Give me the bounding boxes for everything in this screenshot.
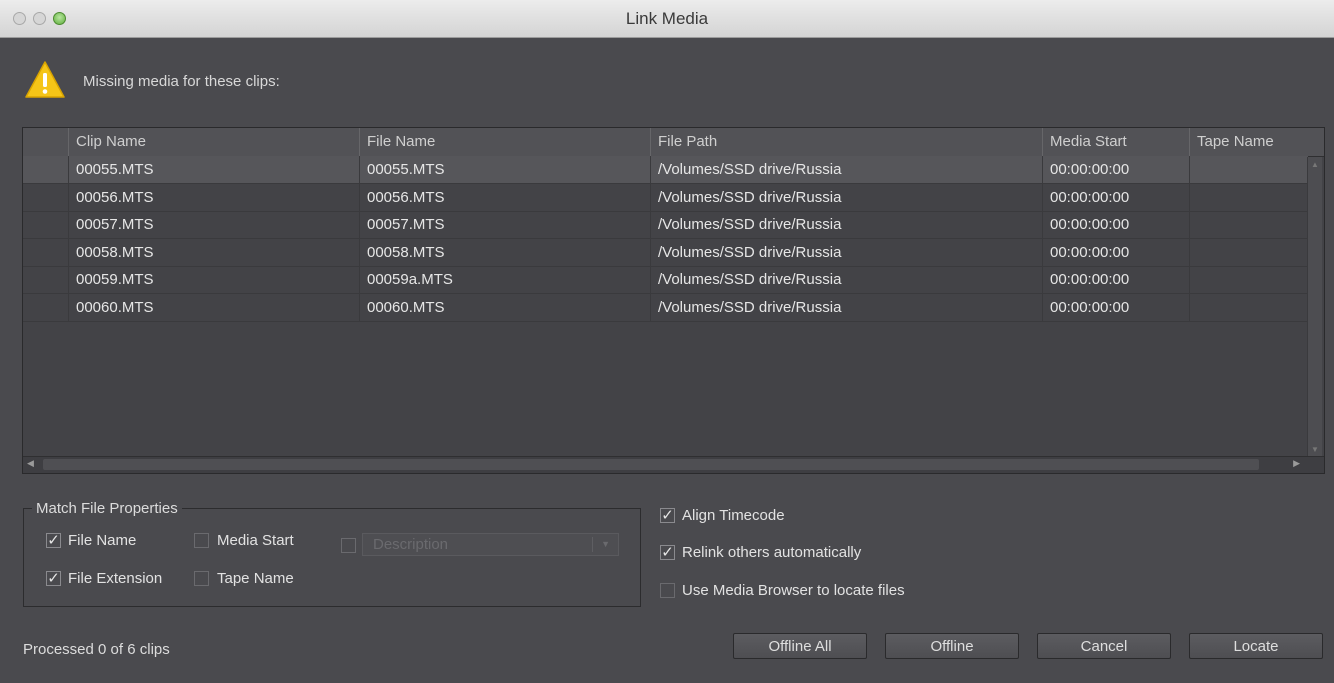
- use-media-browser-label: Use Media Browser to locate files: [682, 582, 905, 599]
- clip-name-cell: 00058.MTS: [68, 238, 359, 266]
- tape-name-cell: [1189, 156, 1308, 183]
- column-header-file-name[interactable]: File Name: [359, 128, 650, 156]
- tape-name-checkbox[interactable]: [194, 571, 209, 586]
- missing-media-label: Missing media for these clips:: [83, 73, 280, 90]
- link-media-dialog: Link Media Missing media for these clips…: [0, 0, 1334, 683]
- tape-name-cell: [1189, 238, 1308, 266]
- match-file-properties-title: Match File Properties: [32, 500, 182, 517]
- media-start-cell: 00:00:00:00: [1042, 156, 1189, 183]
- cancel-button[interactable]: Cancel: [1037, 633, 1171, 659]
- file-name-cell: 00057.MTS: [359, 211, 650, 238]
- clip-name-cell: 00060.MTS: [68, 293, 359, 321]
- horizontal-scrollbar[interactable]: ◀ ▶: [23, 456, 1324, 473]
- file-name-cell: 00059a.MTS: [359, 266, 650, 293]
- dropdown-separator: [592, 537, 593, 552]
- file-path-cell: /Volumes/SSD drive/Russia: [650, 266, 1042, 293]
- file-path-cell: /Volumes/SSD drive/Russia: [650, 183, 1042, 211]
- file-name-label: File Name: [68, 532, 137, 549]
- table-row[interactable]: 00060.MTS 00060.MTS/Volumes/SSD drive/Rus…: [23, 293, 1308, 322]
- media-start-checkbox[interactable]: [194, 533, 209, 548]
- row-handle: [23, 239, 68, 266]
- description-dropdown[interactable]: Description ▼: [362, 533, 619, 556]
- row-handle: [23, 266, 68, 293]
- column-header-tape-name[interactable]: Tape Name: [1189, 128, 1324, 156]
- window-title: Link Media: [625, 9, 709, 28]
- tape-name-label: Tape Name: [217, 570, 294, 587]
- column-header-handle: [23, 128, 68, 156]
- file-name-checkbox[interactable]: ✓: [46, 533, 61, 548]
- file-path-cell: /Volumes/SSD drive/Russia: [650, 211, 1042, 238]
- table-row[interactable]: 00055.MTS 00055.MTS/Volumes/SSD drive/Rus…: [23, 156, 1308, 184]
- media-start-cell: 00:00:00:00: [1042, 293, 1189, 321]
- media-start-cell: 00:00:00:00: [1042, 211, 1189, 238]
- file-name-cell: 00055.MTS: [359, 156, 650, 183]
- relink-others-checkbox[interactable]: ✓: [660, 545, 675, 560]
- missing-clips-table[interactable]: Clip Name File Name File Path Media Star…: [22, 127, 1325, 474]
- tape-name-cell: [1189, 183, 1308, 211]
- tape-name-cell: [1189, 293, 1308, 321]
- file-path-cell: /Volumes/SSD drive/Russia: [650, 238, 1042, 266]
- media-start-cell: 00:00:00:00: [1042, 266, 1189, 293]
- file-path-cell: /Volumes/SSD drive/Russia: [650, 293, 1042, 321]
- relink-others-label: Relink others automatically: [682, 544, 862, 561]
- status-text: Processed 0 of 6 clips: [23, 641, 170, 658]
- table-row[interactable]: 00059.MTS 00059a.MTS/Volumes/SSD drive/Ru…: [23, 266, 1308, 294]
- file-name-cell: 00060.MTS: [359, 293, 650, 321]
- scroll-right-icon[interactable]: ▶: [1293, 458, 1300, 469]
- media-start-cell: 00:00:00:00: [1042, 183, 1189, 211]
- table-row[interactable]: 00058.MTS 00058.MTS/Volumes/SSD drive/Rus…: [23, 238, 1308, 267]
- clip-name-cell: 00055.MTS: [68, 156, 359, 183]
- offline-button[interactable]: Offline: [885, 633, 1019, 659]
- file-extension-checkbox[interactable]: ✓: [46, 571, 61, 586]
- chevron-down-icon: ▼: [601, 539, 610, 549]
- match-file-properties-group: [23, 508, 641, 607]
- scroll-up-icon[interactable]: ▲: [1311, 160, 1319, 169]
- clip-name-cell: 00057.MTS: [68, 211, 359, 238]
- column-header-clip-name[interactable]: Clip Name: [68, 128, 359, 156]
- media-start-label: Media Start: [217, 532, 294, 549]
- file-name-cell: 00056.MTS: [359, 183, 650, 211]
- file-extension-label: File Extension: [68, 570, 163, 587]
- align-timecode-checkbox[interactable]: ✓: [660, 508, 675, 523]
- use-media-browser-checkbox[interactable]: [660, 583, 675, 598]
- file-path-cell: /Volumes/SSD drive/Russia: [650, 156, 1042, 183]
- title-bar: Link Media: [0, 0, 1334, 38]
- vertical-scrollbar[interactable]: ▲ ▼: [1307, 157, 1322, 457]
- warning-icon: [25, 61, 65, 98]
- clip-name-cell: 00056.MTS: [68, 183, 359, 211]
- align-timecode-label: Align Timecode: [682, 507, 785, 524]
- description-checkbox[interactable]: [341, 538, 356, 553]
- offline-all-button[interactable]: Offline All: [733, 633, 867, 659]
- row-handle: [23, 184, 68, 211]
- clip-name-cell: 00059.MTS: [68, 266, 359, 293]
- horizontal-scroll-thumb[interactable]: [43, 459, 1259, 470]
- tape-name-cell: [1189, 266, 1308, 293]
- column-header-media-start[interactable]: Media Start: [1042, 128, 1189, 156]
- table-row[interactable]: 00057.MTS 00057.MTS/Volumes/SSD drive/Rus…: [23, 211, 1308, 239]
- row-handle: [23, 294, 68, 321]
- description-dropdown-value: Description: [373, 536, 449, 553]
- table-row[interactable]: 00056.MTS 00056.MTS/Volumes/SSD drive/Rus…: [23, 183, 1308, 212]
- scroll-left-icon[interactable]: ◀: [27, 458, 34, 469]
- media-start-cell: 00:00:00:00: [1042, 238, 1189, 266]
- row-handle: [23, 211, 68, 238]
- file-name-cell: 00058.MTS: [359, 238, 650, 266]
- locate-button[interactable]: Locate: [1189, 633, 1323, 659]
- row-handle: [23, 156, 68, 183]
- tape-name-cell: [1189, 211, 1308, 238]
- column-header-file-path[interactable]: File Path: [650, 128, 1042, 156]
- table-header: Clip Name File Name File Path Media Star…: [23, 128, 1324, 157]
- scroll-down-icon[interactable]: ▼: [1311, 445, 1319, 454]
